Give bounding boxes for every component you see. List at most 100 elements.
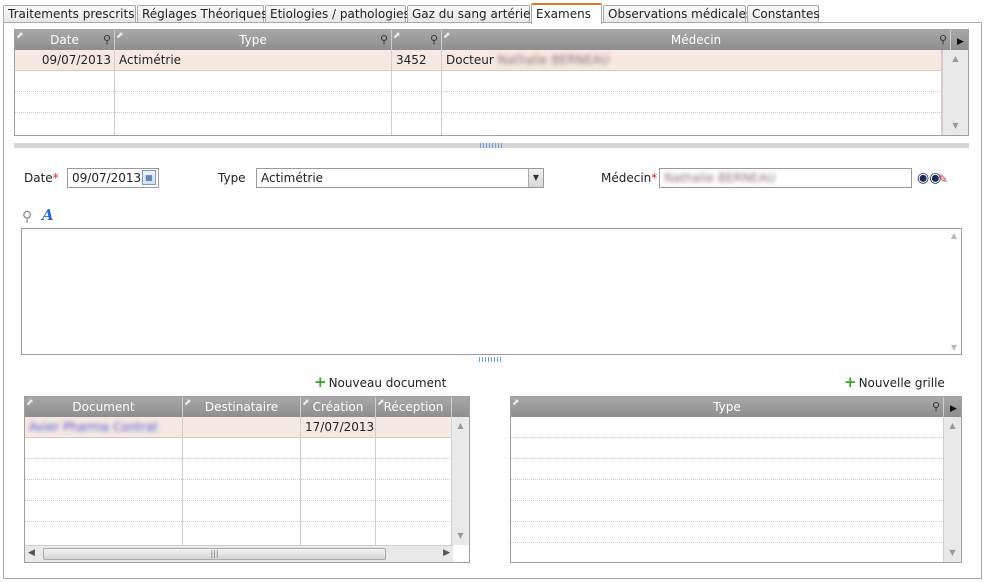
pin-icon: ⬈ [393,31,401,41]
tab-examens[interactable]: Examens [531,3,602,24]
examens-panel: ⬈ Date ⚲ ⬈ Type ⚲ ⬈ ⚲ ⬈ Médecin ⚲ ▶ 09/0… [3,22,982,579]
scroll-thumb[interactable]: ||| [43,548,386,560]
scroll-up-icon[interactable]: ▲ [452,419,469,433]
column-divider [441,50,442,135]
column-header-document[interactable]: ⬈ Document [25,397,183,417]
table-row[interactable] [25,501,452,522]
vertical-scrollbar[interactable]: ▲ ▼ [943,417,961,562]
pin-icon: ⬈ [184,398,192,408]
horizontal-scrollbar[interactable]: ◀ ||| ▶ [25,545,453,562]
scroll-up-icon[interactable]: ▲ [951,231,957,240]
cell-document[interactable]: Avier Pharma Contrat [25,417,183,438]
search-icon[interactable]: ⚲ [939,30,947,50]
search-icon[interactable]: ⚲ [103,30,111,50]
column-header-type[interactable]: ⬈ Type ⚲ [115,30,392,50]
arrow-right-icon: ▶ [957,37,964,47]
table-row[interactable]: 09/07/2013 Actimétrie 3452 Docteur Natha… [15,50,942,71]
cell-code: 3452 [396,53,427,67]
scroll-up-icon[interactable]: ▲ [944,419,961,433]
pin-icon: ⬈ [26,398,34,408]
column-header-destinataire[interactable]: ⬈ Destinataire [183,397,301,417]
cell-type: Actimétrie [119,53,182,67]
cell-medecin: Docteur Nathalie BERNEAU [442,50,942,71]
column-header-reception[interactable]: ⬈ Réception [376,397,452,417]
tab-gaz-du-sang-arteriel[interactable]: Gaz du sang artériel [407,5,534,23]
tab-reglages-theoriques[interactable]: Réglages Théoriques [137,5,267,23]
scroll-right-icon[interactable]: ▶ [443,548,450,558]
required-mark: * [52,171,59,185]
column-divider [391,50,392,135]
scroll-down-icon[interactable]: ▼ [943,119,968,133]
column-header-code[interactable]: ⬈ ⚲ [392,30,442,50]
font-style-icon[interactable]: A [42,207,54,223]
search-icon[interactable]: ⚲ [932,397,940,417]
column-header-medecin[interactable]: ⬈ Médecin ⚲ [442,30,951,50]
vertical-scrollbar[interactable]: ▲ ▼ [451,417,469,545]
table-row[interactable] [15,113,942,134]
column-chooser-button[interactable]: ▶ [944,397,961,417]
doctor-prefix: Docteur [446,53,494,67]
column-header-type[interactable]: ⬈ Type ⚲ [511,397,944,417]
tab-traitements-prescrits[interactable]: Traitements prescrits [3,5,136,23]
cell-date: 09/07/2013 [41,53,111,67]
vertical-scrollbar[interactable]: ▲ ▼ [942,50,968,135]
date-label: Date* [24,171,59,185]
doctor-name: Nathalie BERNEAU [497,53,610,67]
table-row[interactable] [15,71,942,92]
table-row[interactable] [511,480,944,501]
scroll-down-icon[interactable]: ▼ [951,343,957,352]
table-row[interactable]: Avier Pharma Contrat 17/07/2013 [25,417,452,438]
search-icon[interactable]: ⚲ [430,30,438,50]
table-row[interactable] [25,438,452,459]
table-row[interactable] [511,459,944,480]
column-chooser-button[interactable]: ▶ [951,30,968,50]
pin-icon: ⬈ [443,31,451,41]
scroll-up-icon[interactable]: ▲ [943,52,968,66]
grids-grid: ⬈ Type ⚲ ▶ ▲ ▼ [510,396,962,563]
scroll-down-icon[interactable]: ▼ [452,529,469,543]
new-grid-button[interactable]: + Nouvelle grille [844,373,945,391]
plus-icon: + [314,373,327,391]
cell-destinataire [183,417,301,438]
grids-grid-header: ⬈ Type ⚲ ▶ [511,397,961,417]
column-header-creation[interactable]: ⬈ Création [301,397,376,417]
scroll-left-icon[interactable]: ◀ [28,548,35,558]
chevron-down-icon[interactable]: ▼ [528,169,543,187]
type-label: Type [218,171,246,185]
medecin-field[interactable]: Nathalie BERNEAU [659,168,912,188]
required-mark: * [651,171,658,185]
tab-observations-medicales[interactable]: Observations médicales [603,5,752,23]
tab-constantes[interactable]: Constantes [747,5,820,23]
column-divider [300,417,301,562]
pin-icon: ⬈ [16,31,24,41]
pin-icon: ⬈ [116,31,124,41]
new-document-button[interactable]: + Nouveau document [314,373,446,391]
arrow-right-icon: ▶ [950,404,957,414]
table-row[interactable] [15,92,942,113]
observation-textarea[interactable]: ▲ ▼ [21,228,962,355]
search-icon[interactable]: ⚲ [380,30,388,50]
table-row[interactable] [511,522,944,543]
splitter-top[interactable] [14,143,969,148]
column-divider [375,417,376,562]
table-row[interactable] [511,501,944,522]
table-row[interactable] [511,543,944,562]
search-icon[interactable]: ⚲ [22,209,32,225]
type-select[interactable]: Actimétrie ▼ [256,168,544,188]
calendar-icon[interactable]: ▦ [142,170,156,185]
tab-etiologies-pathologies[interactable]: Etiologies / pathologies [265,5,410,23]
column-divider [182,417,183,562]
column-header-date[interactable]: ⬈ Date ⚲ [15,30,115,50]
splitter-grip[interactable] [480,143,502,148]
table-row[interactable] [25,522,452,543]
table-row[interactable] [25,459,452,480]
table-row[interactable] [511,417,944,438]
table-row[interactable] [25,480,452,501]
pin-icon: ⬈ [302,398,310,408]
scroll-down-icon[interactable]: ▼ [944,546,961,560]
table-row[interactable] [511,438,944,459]
documents-grid: ⬈ Document ⬈ Destinataire ⬈ Création ⬈ R… [24,396,470,563]
splitter-grip[interactable] [479,357,501,362]
eraser-icon[interactable]: ✎ [938,171,948,187]
pin-icon: ⬈ [512,398,520,408]
